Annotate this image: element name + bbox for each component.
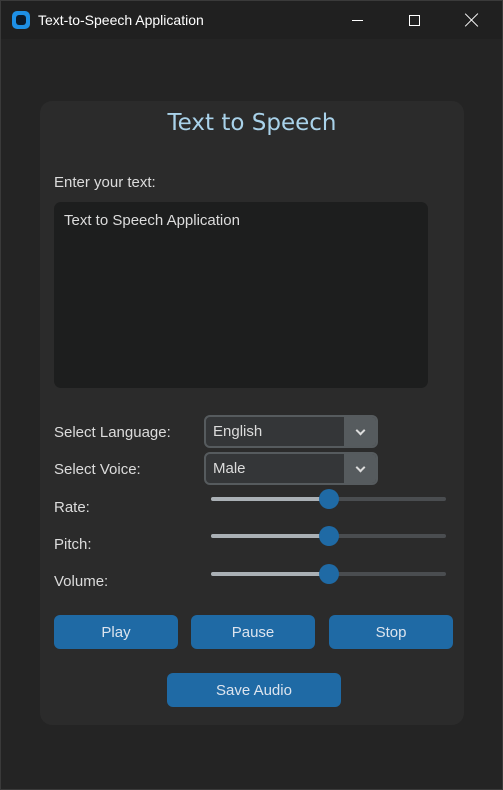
voice-dropdown-button[interactable] (344, 454, 376, 483)
chevron-down-icon (355, 462, 365, 472)
volume-slider[interactable] (211, 564, 446, 584)
close-button[interactable] (449, 1, 495, 39)
play-button[interactable]: Play (54, 615, 178, 649)
pitch-label: Pitch: (54, 536, 92, 553)
stop-button[interactable]: Stop (329, 615, 453, 649)
maximize-icon (408, 14, 420, 26)
slider-thumb[interactable] (319, 564, 339, 584)
app-icon (12, 11, 30, 29)
language-select[interactable]: English (204, 415, 378, 448)
page-title: Text to Speech (167, 110, 337, 136)
chevron-down-icon (355, 425, 365, 435)
text-input[interactable]: Text to Speech Application (54, 202, 428, 388)
app-window: Text-to-Speech Application Text to Speec… (0, 0, 503, 790)
save-audio-button[interactable]: Save Audio (167, 673, 341, 707)
text-input-label: Enter your text: (54, 174, 156, 191)
voice-select[interactable]: Male (204, 452, 378, 485)
slider-thumb[interactable] (319, 489, 339, 509)
voice-label: Select Voice: (54, 461, 141, 478)
pause-button[interactable]: Pause (191, 615, 315, 649)
close-icon (465, 13, 479, 27)
language-dropdown-button[interactable] (344, 417, 376, 446)
slider-fill (211, 572, 329, 576)
voice-selected-value: Male (213, 460, 246, 477)
slider-thumb[interactable] (319, 526, 339, 546)
main-panel: Text to Speech Enter your text: Text to … (40, 101, 464, 725)
title-bar: Text-to-Speech Application (1, 1, 502, 39)
maximize-button[interactable] (391, 1, 437, 39)
slider-fill (211, 534, 329, 538)
rate-slider[interactable] (211, 489, 446, 509)
minimize-button[interactable] (334, 1, 380, 39)
pitch-slider[interactable] (211, 526, 446, 546)
slider-fill (211, 497, 329, 501)
language-label: Select Language: (54, 424, 171, 441)
window-title: Text-to-Speech Application (38, 12, 204, 28)
language-selected-value: English (213, 423, 263, 440)
minimize-icon (351, 19, 363, 21)
volume-label: Volume: (54, 573, 109, 590)
rate-label: Rate: (54, 499, 90, 516)
